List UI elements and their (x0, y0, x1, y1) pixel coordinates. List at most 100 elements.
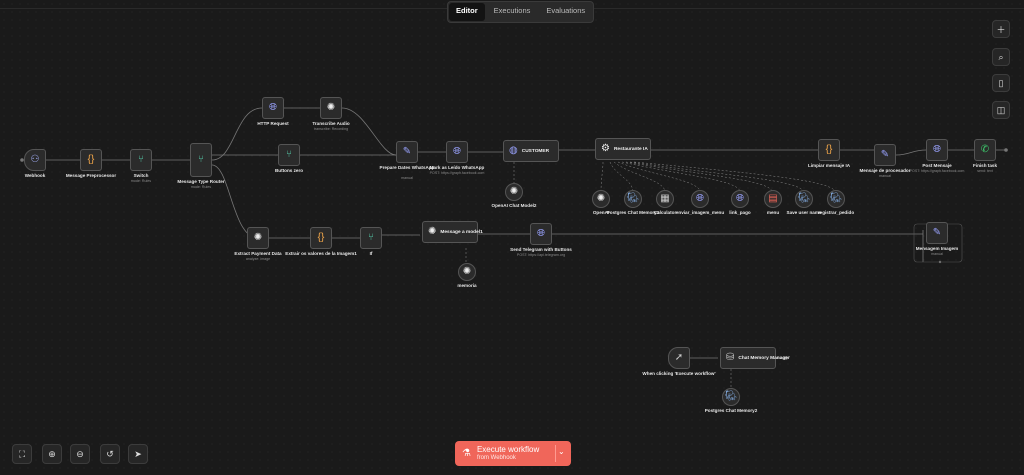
switch-node[interactable]: ⑂ Switch mode: Rules (130, 149, 152, 183)
connections-layer (20, 107, 1008, 388)
extract-payment-sub: analyze: image (245, 257, 271, 261)
tool-menu-label: menu (766, 210, 780, 215)
globe-icon: 🌐︎ (696, 193, 704, 204)
edit-icon: ✎ (402, 146, 412, 157)
execute-divider (555, 445, 556, 462)
transcribe-audio-sub: transcribe: Recording (313, 127, 349, 131)
post-mensaje-node[interactable]: 🌐︎ Post Mensaje POST: https://graph.face… (910, 139, 964, 173)
buttons-zero-node[interactable]: ⑂ Buttons zero (275, 144, 303, 173)
tool-calculator-label: Calculator (653, 210, 677, 215)
undo-icon: ↺ (106, 448, 114, 459)
openai-chat-model-node[interactable]: ✺ OpenAI Chat Model2 (492, 183, 536, 208)
tool-registrar-pedido-node[interactable]: 🐘︎ registrar_pedido (818, 190, 854, 215)
post-mensaje-sub: POST: https://graph.facebook.com (909, 169, 965, 173)
message-model-node[interactable]: ✺ Message a model1 (422, 221, 483, 243)
postgres-icon: 🐘︎ (724, 391, 738, 402)
tool-link-pago-node[interactable]: 🌐︎ link_pago (729, 190, 751, 215)
chevron-down-icon[interactable]: ⌄ (558, 447, 565, 456)
openai-icon: ✺ (326, 102, 336, 113)
tool-registrar-pedido-label: registrar_pedido (817, 210, 855, 215)
reset-zoom-button[interactable]: ↺ (100, 444, 120, 464)
message-preprocessor-label: Message Preprocessor (65, 173, 117, 178)
zoom-out-icon: ⊖ (76, 448, 84, 459)
fit-view-icon: ⛶ (18, 448, 26, 459)
mark-read-sub: POST: https://graph.facebook.com (429, 171, 485, 175)
tool-enviar-imagem-node[interactable]: 🌐︎ enviar_imagem_menu (676, 190, 724, 215)
agent-label: Restaurante IA (613, 146, 648, 152)
switch-label: Switch (133, 173, 149, 178)
database-icon: ⛁ (726, 352, 735, 363)
chat-memory-manager-label: Chat Memory Manager (738, 355, 790, 361)
webhook-node[interactable]: ⚇ Webhook (24, 149, 46, 178)
classifier-icon: ◍ (509, 145, 518, 156)
flask-icon: ⚗ (462, 448, 471, 459)
openai-icon: ✺ (596, 193, 606, 204)
switch-icon: ⑂ (286, 149, 292, 160)
edit-icon: ✎ (880, 149, 890, 160)
send-telegram-node[interactable]: 🌐︎ Send Telegram with Buttons POST: http… (510, 223, 572, 257)
agent-node[interactable]: ⚙ Restaurante IA (595, 138, 651, 160)
mark-read-node[interactable]: 🌐︎ Mark as Leído WhatsApp POST: https://… (430, 141, 484, 175)
switch-sub: mode: Rules (130, 179, 152, 183)
transcribe-audio-node[interactable]: ✺ Transcribe Audio transcribe: Recording (312, 97, 350, 131)
message-type-router-label: Message Type Router (177, 179, 225, 184)
search-icon: ⌕ (998, 51, 1004, 62)
memory-small-label: memoria (457, 283, 477, 288)
globe-icon: 🌐︎ (537, 228, 545, 239)
function-node[interactable]: {} Extrair os valores de la Imagem1 (285, 227, 357, 256)
add-node-button[interactable]: ＋ (992, 20, 1010, 38)
tool-openai-node[interactable]: ✺ OpenAI (592, 190, 610, 215)
zoom-in-icon: ⊕ (48, 448, 56, 459)
customer-node[interactable]: ◍ CUSTOMER (503, 140, 559, 162)
globe-icon: 🌐︎ (453, 146, 461, 157)
postgres-chat-memory2-node[interactable]: 🐘︎ Postgres Chat Memory2 (705, 388, 757, 413)
toggle-panel-button[interactable]: ◫ (992, 101, 1010, 119)
execute-workflow-button[interactable]: ⚗ Execute workflow from Webhook ⌄ (455, 441, 571, 466)
finish-sub: send: text (977, 169, 993, 173)
finish-node[interactable]: ✆ Finish task send: text (973, 139, 997, 173)
message-preprocessor-node[interactable]: {} Message Preprocessor (66, 149, 116, 178)
mark-read-label: Mark as Leído WhatsApp (429, 165, 485, 170)
message-image-label: Mensagem Imagem (915, 246, 959, 251)
webhook-label: Webhook (24, 173, 46, 178)
execute-line1: Execute workflow (476, 445, 540, 454)
clean-message-node[interactable]: {} Limpiar mensaje IA (808, 139, 850, 168)
process-message-node[interactable]: ✎ Mensaje de procesador manual (859, 144, 911, 178)
prepare-data-node[interactable]: ✎ Prepare Dates WhatsApp manual (380, 141, 434, 180)
manual-trigger-node[interactable]: ➚ When clicking 'Execute workflow' (642, 347, 716, 376)
tool-save-user-name-node[interactable]: 🐘︎ Save user name (787, 190, 822, 215)
search-nodes-button[interactable]: ⌕ (992, 48, 1010, 66)
zoom-out-button[interactable]: ⊖ (70, 444, 90, 464)
globe-icon: 🌐︎ (736, 193, 744, 204)
http-request-node[interactable]: 🌐︎ HTTP Request (257, 97, 289, 126)
if-node[interactable]: ⑂ If (360, 227, 382, 256)
openai-chat-model-label: OpenAI Chat Model2 (491, 203, 537, 208)
tool-calculator-node[interactable]: ▦ Calculator (654, 190, 676, 215)
tidy-up-button[interactable]: ➤ (128, 444, 148, 464)
memory-small-node[interactable]: ✺ memoria (457, 263, 477, 288)
execute-line2: from Webhook (476, 455, 516, 461)
finish-label: Finish task (973, 163, 997, 168)
process-message-label: Mensaje de procesador (859, 168, 911, 173)
zoom-in-button[interactable]: ⊕ (42, 444, 62, 464)
tool-postgres-memory-node[interactable]: 🐘︎ Postgres Chat Memory1 (607, 190, 659, 215)
process-message-sub: manual (879, 174, 891, 178)
openai-icon: ✺ (253, 232, 263, 243)
message-image-sub: manual (931, 252, 943, 256)
message-type-router-sub: mode: Rules (190, 185, 212, 189)
globe-icon: 🌐︎ (269, 102, 277, 113)
switch-icon: ⑂ (138, 154, 144, 165)
message-type-router-node[interactable]: ⑂ Message Type Router mode: Rules (177, 143, 225, 189)
tool-save-user-name-label: Save user name (786, 210, 822, 215)
fit-view-button[interactable]: ⛶ (12, 444, 32, 464)
sticky-note-button[interactable]: ▯ (992, 74, 1010, 92)
chat-memory-manager-node[interactable]: ⛁ Chat Memory Manager (720, 347, 790, 369)
switch-icon: ⑂ (368, 232, 374, 243)
extract-payment-label: Extract Payment Data (234, 251, 282, 256)
tool-menu-node[interactable]: ▤ menu (764, 190, 782, 215)
code-braces-icon: {} (317, 232, 325, 243)
calculator-icon: ▦ (660, 193, 670, 204)
extract-payment-node[interactable]: ✺ Extract Payment Data analyze: image (234, 227, 282, 261)
send-telegram-sub: POST: https://api.telegram.org (516, 253, 566, 257)
message-image-node[interactable]: ✎ Mensagem Imagem manual (916, 222, 958, 256)
